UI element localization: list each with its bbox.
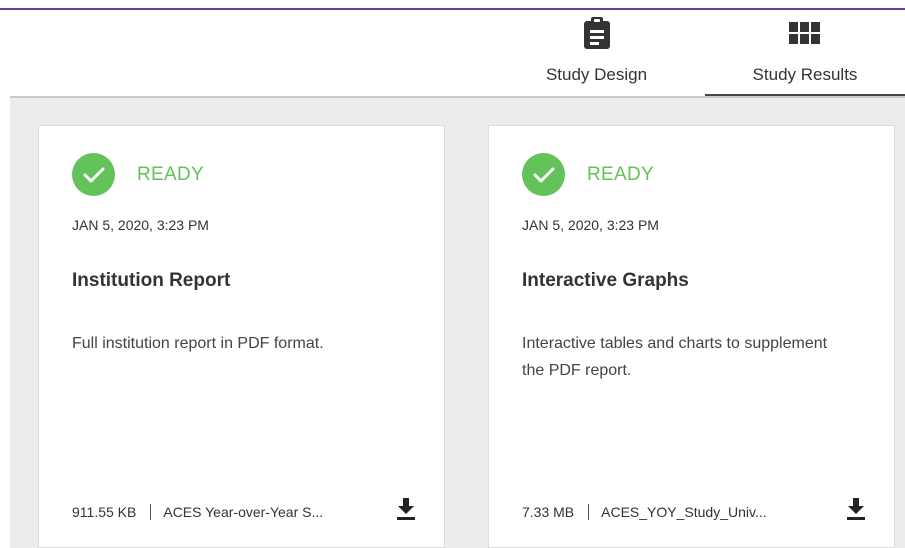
check-circle-icon [72,153,115,196]
card-footer: 911.55 KB ACES Year-over-Year S... [72,498,417,524]
footer-separator [150,504,152,520]
timestamp: JAN 5, 2020, 3:23 PM [72,217,209,233]
card-description: Interactive tables and charts to supplem… [522,335,828,379]
download-icon[interactable] [395,496,417,522]
timestamp: JAN 5, 2020, 3:23 PM [522,217,659,233]
footer-separator [588,504,590,520]
card-title: Institution Report [72,270,231,291]
status-badge: READY [137,163,204,185]
tab-label: Study Results [752,65,858,84]
file-size: 7.33 MB [522,504,575,520]
check-circle-icon [522,153,565,196]
report-card: READY JAN 5, 2020, 3:23 PM Interactive G… [488,125,895,548]
card-description: Full institution report in PDF format. [72,335,324,352]
status-row: READY [72,153,204,196]
card-title: Interactive Graphs [522,270,689,291]
status-badge: READY [587,163,654,185]
download-icon[interactable] [845,496,867,522]
tab-label: Study Design [545,65,648,84]
report-card: READY JAN 5, 2020, 3:23 PM Institution R… [38,125,445,548]
card-footer: 7.33 MB ACES_YOY_Study_Univ... [522,498,867,524]
status-row: READY [522,153,654,196]
file-name: ACES Year-over-Year S... [163,504,324,520]
tab-study-design[interactable]: Study Design [488,10,705,96]
header: Study Design Study Results [0,10,905,96]
results-panel: READY JAN 5, 2020, 3:23 PM Institution R… [10,98,905,548]
file-name: ACES_YOY_Study_Univ... [601,504,767,520]
clipboard-icon [582,16,612,55]
file-size: 911.55 KB [72,504,137,520]
tab-study-results[interactable]: Study Results [705,10,905,96]
grid-icon [789,22,821,51]
